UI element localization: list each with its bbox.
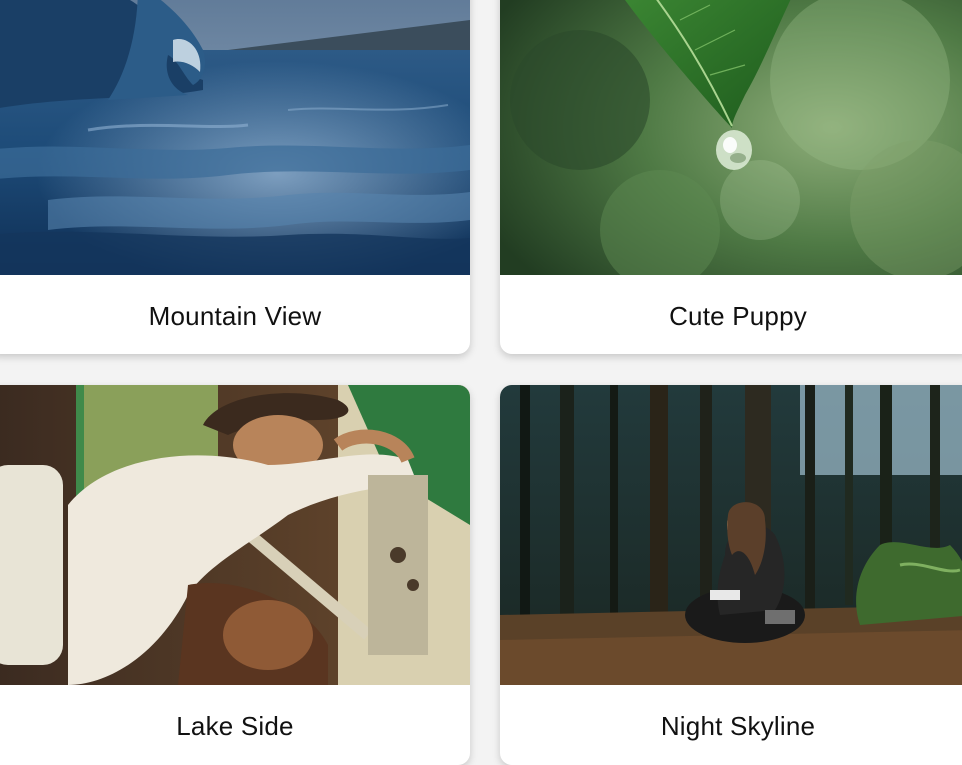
card-title: Night Skyline bbox=[660, 711, 816, 741]
gallery-card-mountain-view[interactable]: Mountain View bbox=[0, 0, 470, 354]
gallery-card-lake-side[interactable]: Lake Side bbox=[0, 385, 470, 765]
card-title: Cute Puppy bbox=[669, 301, 807, 331]
man-in-hat-vintage-car-photo[interactable] bbox=[0, 385, 470, 685]
gallery-card-night-skyline[interactable]: Night Skyline bbox=[500, 385, 962, 765]
ocean-wave-photo[interactable] bbox=[0, 0, 470, 275]
gallery-card-cute-puppy[interactable]: Cute Puppy bbox=[500, 0, 962, 354]
leaf-water-drop-photo[interactable] bbox=[500, 0, 962, 275]
card-title: Lake Side bbox=[176, 711, 294, 741]
card-title: Mountain View bbox=[148, 301, 322, 331]
image-gallery-grid: Mountain View Cute Puppy Lake Side Night… bbox=[0, 0, 962, 765]
girl-reading-in-forest-photo[interactable] bbox=[500, 385, 962, 685]
